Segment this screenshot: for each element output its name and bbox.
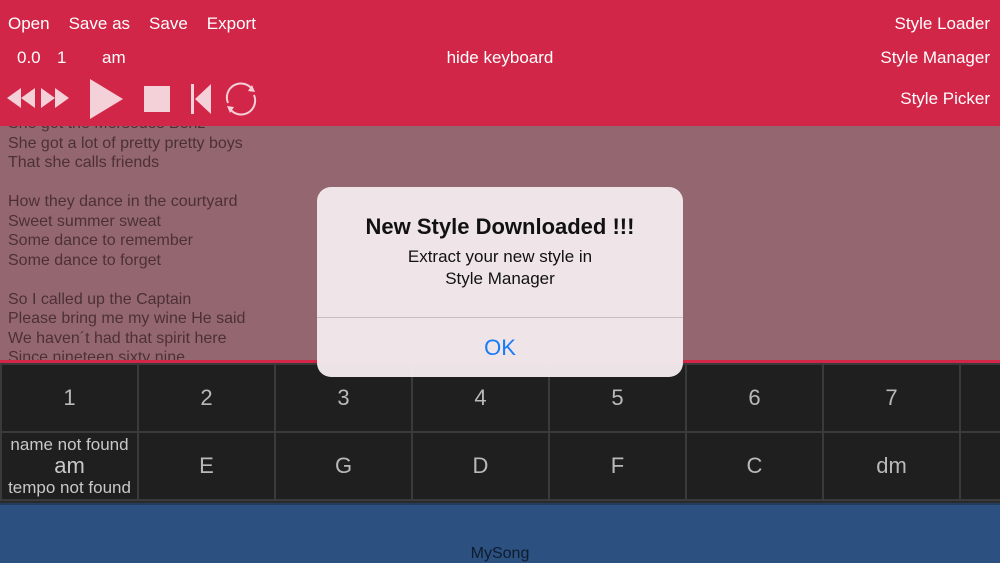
style-info-cell[interactable]: name not found am tempo not found xyxy=(2,433,137,499)
chord-label: E xyxy=(199,453,214,478)
hide-keyboard-button[interactable]: hide keyboard xyxy=(447,48,554,67)
bar-number: 7 xyxy=(885,385,898,410)
style-name-label: name not found xyxy=(10,435,129,454)
play-icon[interactable] xyxy=(88,78,124,120)
bar-number-cell[interactable]: 1 xyxy=(2,365,137,431)
chord-readout: am xyxy=(102,48,126,67)
song-bar[interactable]: MySong xyxy=(0,503,1000,563)
lyrics-line: That she calls friends xyxy=(8,154,160,171)
style-loader-button[interactable]: Style Loader xyxy=(895,14,990,34)
bar-number: 6 xyxy=(748,385,761,410)
position-readout: 0.0 xyxy=(17,48,41,67)
chord-label: G xyxy=(334,453,353,478)
chord-label: D xyxy=(472,453,489,478)
skip-to-start-icon[interactable] xyxy=(190,83,212,115)
chord-cell[interactable]: G xyxy=(276,433,411,499)
lyrics-line: How they dance in the courtyard xyxy=(8,193,238,210)
alert-message-line: Extract your new style in xyxy=(407,247,593,266)
chord-grid: 1 2 3 4 5 6 7 name not found am tempo no… xyxy=(0,363,1000,501)
lyrics-line xyxy=(8,173,245,193)
chord-label: am xyxy=(54,453,85,478)
lyrics-line: Please bring me my wine He said xyxy=(8,310,246,327)
lyrics-line: Sweet summer sweat xyxy=(8,212,161,230)
lyrics-line: Some dance to remember xyxy=(8,232,193,249)
chord-cell[interactable] xyxy=(961,433,1000,499)
chord-label: F xyxy=(610,453,625,478)
rewind-icon[interactable] xyxy=(6,87,36,109)
chord-label: dm xyxy=(876,453,907,478)
bar-number-cell[interactable] xyxy=(961,365,1000,431)
tempo-label: tempo not found xyxy=(8,478,131,497)
chord-cell[interactable]: D xyxy=(413,433,548,499)
alert-message: Extract your new style in Style Manager xyxy=(317,246,683,290)
lyrics-line: We haven´t had that spirit here xyxy=(8,329,227,347)
save-as-button[interactable]: Save as xyxy=(69,14,130,34)
stop-icon[interactable] xyxy=(143,85,171,113)
bar-number: 1 xyxy=(63,385,76,410)
style-downloaded-alert: New Style Downloaded !!! Extract your ne… xyxy=(317,187,683,377)
chord-cell[interactable]: F xyxy=(550,433,685,499)
file-menu: Open Save as Save Export xyxy=(8,14,275,34)
save-button[interactable]: Save xyxy=(149,14,188,34)
bar-number: 3 xyxy=(337,385,350,410)
bar-number: 5 xyxy=(611,385,624,410)
lyrics-line: Some dance to forget xyxy=(8,251,161,269)
lyrics-line: She got the Mersedes Benz xyxy=(8,126,245,134)
top-toolbar: Open Save as Save Export 0.0 1 am hide k… xyxy=(0,0,1000,126)
bar-number: 4 xyxy=(474,385,487,410)
lyrics-line xyxy=(8,270,245,290)
chord-cell[interactable]: E xyxy=(139,433,274,499)
style-picker-button[interactable]: Style Picker xyxy=(900,89,990,109)
bar-number: 2 xyxy=(200,385,213,410)
lyrics-line: Since nineteen sixty nine xyxy=(8,349,185,360)
hide-keyboard-wrapper: hide keyboard xyxy=(0,48,1000,68)
lyrics-text: She got the Mersedes BenzShe got a lot o… xyxy=(8,126,245,360)
ok-button[interactable]: OK xyxy=(317,318,683,377)
chord-cell[interactable]: C xyxy=(687,433,822,499)
song-name: MySong xyxy=(470,545,530,562)
bar-number-cell[interactable]: 2 xyxy=(139,365,274,431)
open-button[interactable]: Open xyxy=(8,14,50,34)
lyrics-line: She got a lot of pretty pretty boys xyxy=(8,134,243,152)
chord-label: C xyxy=(746,453,763,478)
style-manager-button[interactable]: Style Manager xyxy=(880,48,990,68)
export-button[interactable]: Export xyxy=(207,14,256,34)
bar-number-cell[interactable]: 7 xyxy=(824,365,959,431)
loop-icon[interactable] xyxy=(222,81,260,117)
fast-forward-icon[interactable] xyxy=(40,87,70,109)
bar-readout: 1 xyxy=(57,48,67,67)
lyrics-line: So I called up the Captain xyxy=(8,290,192,308)
alert-message-line: Style Manager xyxy=(445,269,555,288)
chord-cell[interactable]: dm xyxy=(824,433,959,499)
alert-title: New Style Downloaded !!! xyxy=(365,214,635,239)
bar-number-cell[interactable]: 6 xyxy=(687,365,822,431)
